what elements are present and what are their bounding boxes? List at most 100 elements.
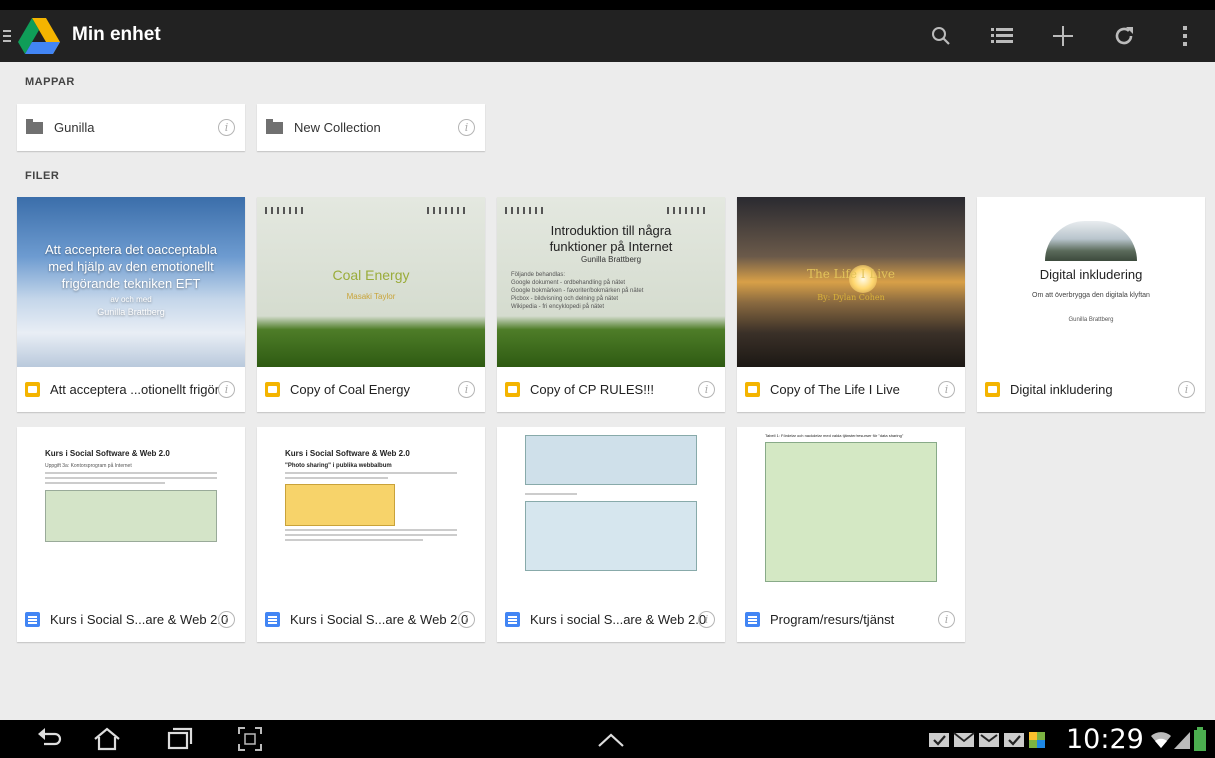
file-card[interactable]: Kurs i social S...are & Web 2.0 i bbox=[497, 427, 725, 642]
info-icon[interactable]: i bbox=[698, 611, 715, 628]
slide-text: av och med bbox=[110, 295, 152, 304]
slide-text: Följande behandlas: bbox=[511, 272, 566, 278]
document-page: Kurs i Social Software & Web 2.0 "Photo … bbox=[257, 427, 485, 597]
folder-item[interactable]: Gunilla i bbox=[17, 104, 245, 151]
doc-subtitle: "Photo sharing" i publika webbalbum bbox=[285, 463, 392, 469]
folder-item[interactable]: New Collection i bbox=[257, 104, 485, 151]
document-page: Tabell 1: Fördelar och nackdelar med val… bbox=[737, 427, 965, 597]
section-label-folders: MAPPAR bbox=[25, 76, 75, 88]
slide-title-line: med hjälp av den emotionellt bbox=[48, 259, 214, 274]
file-card[interactable]: Tabell 1: Fördelar och nackdelar med val… bbox=[737, 427, 965, 642]
file-thumbnail bbox=[497, 427, 725, 597]
download-done-icon bbox=[1004, 733, 1024, 747]
info-icon[interactable]: i bbox=[938, 381, 955, 398]
refresh-button[interactable] bbox=[1093, 10, 1154, 62]
slides-icon bbox=[985, 382, 1000, 397]
file-name: Kurs i Social S...are & Web 2.0 bbox=[50, 612, 229, 627]
file-name: Program/resurs/tjänst bbox=[770, 612, 895, 627]
doc-table bbox=[45, 490, 217, 542]
docs-icon bbox=[505, 612, 520, 627]
file-card[interactable]: Introduktion till några funktioner på In… bbox=[497, 197, 725, 412]
play-store-icon bbox=[1029, 732, 1045, 748]
app-bar: Min enhet bbox=[0, 10, 1215, 62]
file-name: Digital inkludering bbox=[1010, 382, 1113, 397]
document-page: Kurs i Social Software & Web 2.0 Uppgift… bbox=[17, 427, 245, 597]
list-view-button[interactable] bbox=[971, 10, 1032, 62]
overflow-menu-button[interactable] bbox=[1154, 10, 1215, 62]
wifi-icon bbox=[1151, 732, 1171, 748]
slide-bullet: Google dokument - ordbehandling på nätet bbox=[511, 280, 626, 286]
battery-icon bbox=[1194, 727, 1206, 751]
status-clock: 10:29 bbox=[1066, 724, 1144, 755]
slide-author: Gunilla Brattberg bbox=[97, 307, 165, 317]
home-icon[interactable] bbox=[92, 726, 122, 752]
drawer-indicator-icon[interactable] bbox=[3, 30, 11, 45]
file-thumbnail: Kurs i Social Software & Web 2.0 Uppgift… bbox=[17, 427, 245, 597]
folder-icon bbox=[26, 118, 43, 134]
system-navigation-bar: 10:29 bbox=[0, 720, 1215, 758]
section-label-files: FILER bbox=[25, 170, 60, 182]
email-icon bbox=[953, 732, 975, 747]
slides-icon bbox=[505, 382, 520, 397]
slide-bullet: Picbox - bildvisning och delning på näte… bbox=[511, 296, 619, 302]
spiral-binding-icon bbox=[505, 207, 705, 214]
file-thumbnail: Att acceptera det oacceptabla med hjälp … bbox=[17, 197, 245, 367]
search-button[interactable] bbox=[910, 10, 971, 62]
slide-title: Digital inkludering bbox=[1039, 267, 1143, 282]
info-icon[interactable]: i bbox=[458, 611, 475, 628]
chevron-up-icon[interactable] bbox=[596, 732, 626, 748]
screenshot-icon[interactable] bbox=[237, 726, 263, 752]
notification-icons[interactable] bbox=[928, 729, 1046, 749]
docs-icon bbox=[25, 612, 40, 627]
info-icon[interactable]: i bbox=[1178, 381, 1195, 398]
slide-title-line: Introduktion till några bbox=[550, 223, 672, 238]
slide-bullet: Google bokmärken - favoriter/bokmärken p… bbox=[511, 288, 644, 294]
doc-title: Tabell 1: Fördelar och nackdelar med val… bbox=[765, 433, 904, 438]
file-card[interactable]: Kurs i Social Software & Web 2.0 Uppgift… bbox=[17, 427, 245, 642]
info-icon[interactable]: i bbox=[218, 119, 235, 136]
signal-icon bbox=[1174, 732, 1190, 749]
slide-subtitle: Masaki Taylor bbox=[346, 292, 396, 301]
file-name: Copy of The Life I Live bbox=[770, 382, 900, 397]
info-icon[interactable]: i bbox=[698, 381, 715, 398]
app-title: Min enhet bbox=[72, 24, 161, 45]
doc-table bbox=[525, 501, 697, 571]
doc-table bbox=[525, 435, 697, 485]
file-thumbnail: The Life I Live By: Dylan Cohen bbox=[737, 197, 965, 367]
add-button[interactable] bbox=[1032, 10, 1093, 62]
info-icon[interactable]: i bbox=[458, 381, 475, 398]
search-icon bbox=[931, 27, 950, 45]
file-card[interactable]: Att acceptera det oacceptabla med hjälp … bbox=[17, 197, 245, 412]
doc-table bbox=[765, 442, 937, 582]
back-icon[interactable] bbox=[36, 726, 64, 750]
slide-subtitle: By: Dylan Cohen bbox=[817, 293, 885, 302]
file-browser: MAPPAR Gunilla i New Collection i FILER … bbox=[0, 62, 1215, 720]
file-name: Copy of CP RULES!!! bbox=[530, 382, 655, 397]
file-thumbnail: Kurs i Social Software & Web 2.0 "Photo … bbox=[257, 427, 485, 597]
recent-apps-icon[interactable] bbox=[166, 726, 194, 750]
file-thumbnail: Introduktion till några funktioner på In… bbox=[497, 197, 725, 367]
plus-icon bbox=[1052, 26, 1073, 46]
file-card[interactable]: Digital inkludering Om att överbrygga de… bbox=[977, 197, 1205, 412]
slides-icon bbox=[265, 382, 280, 397]
folder-icon bbox=[266, 118, 283, 134]
drive-logo-icon[interactable] bbox=[16, 16, 62, 56]
file-card[interactable]: Coal Energy Masaki Taylor Copy of Coal E… bbox=[257, 197, 485, 412]
slides-icon bbox=[25, 382, 40, 397]
doc-table bbox=[285, 484, 395, 526]
file-name: Kurs i Social S...are & Web 2.0 bbox=[290, 612, 469, 627]
info-icon[interactable]: i bbox=[938, 611, 955, 628]
slides-icon bbox=[745, 382, 760, 397]
info-icon[interactable]: i bbox=[218, 381, 235, 398]
docs-icon bbox=[745, 612, 760, 627]
slide-title: Coal Energy bbox=[332, 267, 410, 283]
file-card[interactable]: Kurs i Social Software & Web 2.0 "Photo … bbox=[257, 427, 485, 642]
info-icon[interactable]: i bbox=[458, 119, 475, 136]
file-thumbnail: Coal Energy Masaki Taylor bbox=[257, 197, 485, 367]
doc-title: Kurs i Social Software & Web 2.0 bbox=[45, 449, 170, 458]
more-vert-icon bbox=[1182, 26, 1187, 46]
slide-title: The Life I Live bbox=[806, 267, 896, 281]
file-card[interactable]: The Life I Live By: Dylan Cohen Copy of … bbox=[737, 197, 965, 412]
info-icon[interactable]: i bbox=[218, 611, 235, 628]
spiral-binding-icon bbox=[265, 207, 465, 214]
